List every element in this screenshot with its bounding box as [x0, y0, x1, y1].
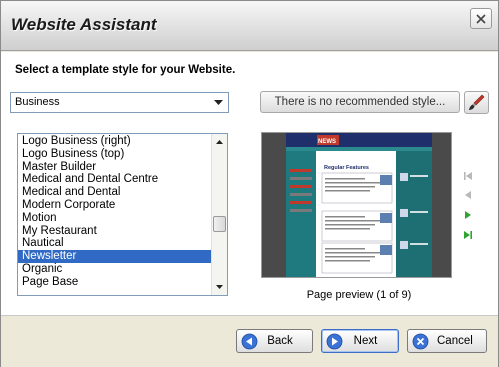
paintbrush-icon — [469, 94, 485, 110]
preview-thumbnail: NEWS Regular Features — [262, 133, 451, 277]
template-list[interactable]: Logo Business (right) Logo Business (top)… — [17, 133, 228, 296]
scroll-down-icon[interactable] — [212, 280, 227, 294]
button-bar: Back Next Cancel — [1, 317, 498, 367]
back-button[interactable]: Back — [236, 329, 313, 353]
window-title: Website Assistant — [11, 15, 157, 34]
cancel-icon — [412, 333, 429, 349]
template-list-item[interactable]: Motion — [18, 212, 211, 225]
next-arrow-icon — [326, 333, 343, 349]
template-list-item[interactable]: Nautical — [18, 237, 211, 250]
template-list-item[interactable]: Master Builder — [18, 161, 211, 174]
category-select-value: Business — [15, 96, 60, 108]
recommended-style-button[interactable]: There is no recommended style... — [260, 91, 460, 113]
template-list-item[interactable]: Newsletter — [18, 250, 211, 263]
back-arrow-icon — [241, 333, 258, 349]
template-list-item[interactable]: Organic — [18, 263, 211, 276]
close-button[interactable] — [470, 8, 492, 29]
title-bar: Website Assistant — [1, 1, 498, 51]
wizard-window: Website Assistant Select a template styl… — [0, 0, 499, 367]
preview-caption: Page preview (1 of 9) — [306, 289, 412, 301]
customize-style-button[interactable] — [464, 91, 489, 114]
previous-page-icon[interactable] — [461, 188, 475, 202]
template-list-item[interactable]: Modern Corporate — [18, 199, 211, 212]
next-page-icon[interactable] — [461, 208, 475, 222]
next-button-label: Next — [353, 335, 378, 347]
template-list-item[interactable]: Logo Business (right) — [18, 135, 211, 148]
first-page-icon[interactable] — [461, 169, 475, 183]
template-list-item[interactable]: My Restaurant — [18, 225, 211, 238]
template-list-item[interactable]: Logo Business (top) — [18, 148, 211, 161]
template-preview: NEWS Regular Features — [261, 132, 452, 278]
template-list-item[interactable]: Medical and Dental — [18, 186, 211, 199]
back-button-label: Back — [267, 335, 293, 347]
category-select[interactable]: Business — [10, 92, 229, 113]
next-button[interactable]: Next — [321, 329, 399, 353]
chevron-down-icon[interactable] — [211, 95, 226, 110]
template-list-items: Logo Business (right) Logo Business (top)… — [18, 135, 211, 289]
instruction-text: Select a template style for your Website… — [15, 64, 236, 76]
preview-heading-text: Regular Features — [324, 165, 369, 171]
scroll-up-icon[interactable] — [212, 135, 227, 149]
template-list-item[interactable]: Medical and Dental Centre — [18, 173, 211, 186]
template-list-item[interactable]: Page Base — [18, 276, 211, 289]
preview-logo-text: NEWS — [318, 139, 336, 145]
close-icon — [476, 13, 486, 24]
scroll-thumb[interactable] — [213, 216, 226, 232]
cancel-button[interactable]: Cancel — [407, 329, 487, 353]
last-page-icon[interactable] — [461, 228, 475, 242]
cancel-button-label: Cancel — [437, 335, 473, 347]
list-scrollbar[interactable] — [211, 134, 227, 295]
